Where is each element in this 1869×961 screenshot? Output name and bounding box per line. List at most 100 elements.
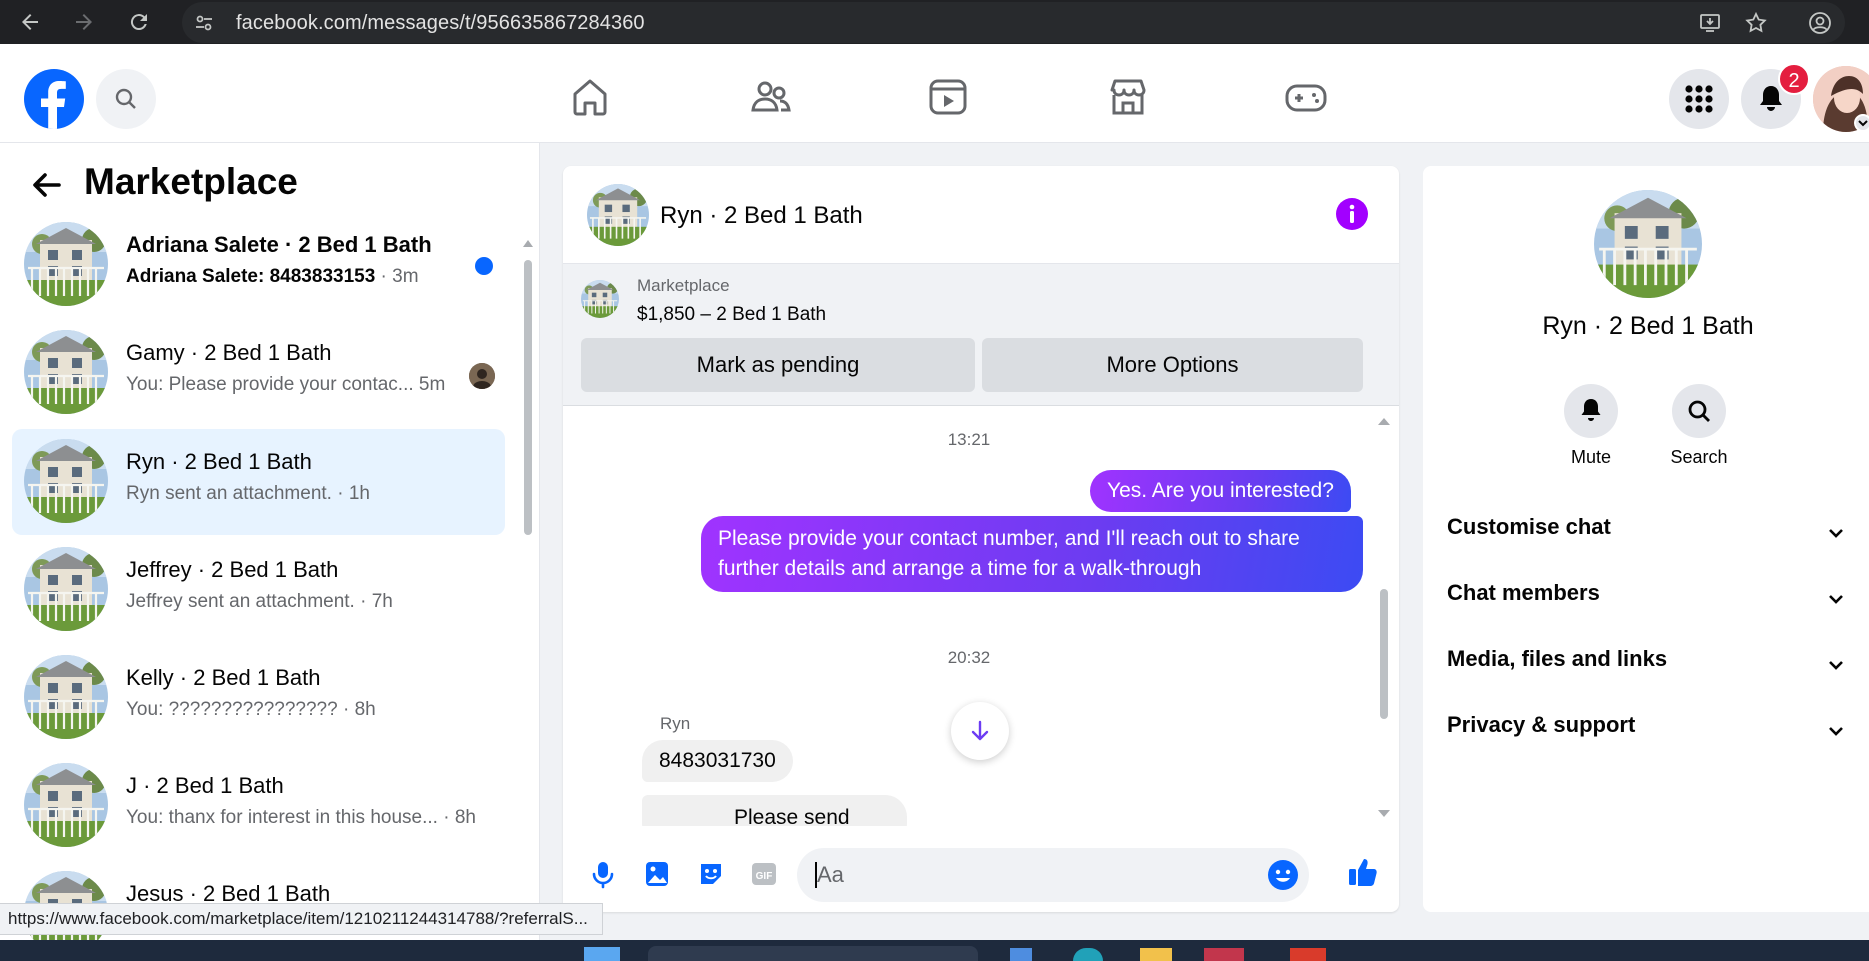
privacy-support-section[interactable]: Privacy & support: [1447, 712, 1847, 752]
incoming-message[interactable]: 8483031730: [642, 740, 793, 782]
outgoing-message[interactable]: Please provide your contact number, and …: [701, 516, 1363, 592]
info-icon[interactable]: [1335, 197, 1369, 231]
taskbar-app-icon[interactable]: [1010, 948, 1032, 961]
section-label: Privacy & support: [1447, 712, 1636, 737]
outgoing-message[interactable]: Yes. Are you interested?: [1090, 470, 1351, 512]
back-arrow-icon[interactable]: [28, 167, 64, 203]
gif-icon[interactable]: GIF: [746, 856, 782, 892]
listing-thumbnail[interactable]: [581, 280, 619, 318]
incoming-message[interactable]: Please send: [642, 795, 907, 826]
install-app-icon[interactable]: [1698, 11, 1722, 35]
friends-icon[interactable]: [745, 72, 795, 122]
conversation-name: Ryn · 2 Bed 1 Bath: [126, 449, 312, 474]
conversation-name: Gamy · 2 Bed 1 Bath: [126, 340, 332, 365]
chevron-down-icon: [1829, 727, 1843, 736]
chat-info-avatar[interactable]: [1594, 190, 1702, 298]
home-icon[interactable]: [565, 72, 615, 122]
message-composer: GIF Aa: [563, 836, 1399, 912]
notification-count-badge: 2: [1778, 63, 1810, 95]
facebook-logo-icon[interactable]: [24, 69, 84, 129]
chat-title[interactable]: Ryn · 2 Bed 1 Bath: [660, 202, 863, 230]
conversation-preview: You: Please provide your contac... 5m: [126, 374, 446, 395]
customise-chat-section[interactable]: Customise chat: [1447, 514, 1847, 554]
conversation-name: Jeffrey · 2 Bed 1 Bath: [126, 557, 339, 582]
message-timestamp: 20:32: [947, 648, 991, 667]
listing-thumbnail: [24, 330, 108, 414]
media-files-links-section[interactable]: Media, files and links: [1447, 646, 1847, 686]
thumbs-up-icon[interactable]: [1345, 854, 1381, 890]
chevron-down-icon: [1829, 595, 1843, 604]
scrollbar-thumb[interactable]: [524, 260, 532, 535]
start-icon[interactable]: [584, 947, 620, 961]
message-timestamp: 13:21: [947, 430, 991, 449]
conversation-item[interactable]: Gamy · 2 Bed 1 Bath You: Please provide …: [12, 320, 505, 426]
listing-thumbnail: [24, 763, 108, 847]
chat-members-section[interactable]: Chat members: [1447, 580, 1847, 620]
mark-as-pending-button[interactable]: Mark as pending: [581, 338, 975, 392]
forward-icon[interactable]: [72, 10, 96, 34]
unread-indicator: [475, 257, 493, 275]
browser-taskbar-icon[interactable]: [1290, 948, 1326, 961]
taskbar-search[interactable]: [648, 946, 978, 961]
search-in-conversation-button[interactable]: Search: [1649, 384, 1749, 468]
taskbar-app-icon[interactable]: [1073, 948, 1103, 961]
grid-menu-icon: [1685, 85, 1713, 113]
photo-icon[interactable]: [639, 856, 675, 892]
chat-info-panel: Ryn · 2 Bed 1 Bath Mute Search Customise…: [1423, 166, 1869, 912]
scroll-to-bottom-button[interactable]: [951, 702, 1009, 760]
taskbar-app-icon[interactable]: [1204, 948, 1244, 961]
section-label: Media, files and links: [1447, 646, 1668, 671]
search-label: Search: [1670, 447, 1728, 467]
input-placeholder: Aa: [817, 862, 844, 887]
svg-text:GIF: GIF: [756, 871, 773, 882]
emoji-icon[interactable]: [1267, 859, 1299, 891]
bell-icon: [1581, 399, 1601, 421]
sticker-icon[interactable]: [693, 856, 729, 892]
search-button[interactable]: [96, 69, 156, 129]
conversation-item[interactable]: J · 2 Bed 1 Bath You: thanx for interest…: [12, 753, 505, 859]
conversation-item[interactable]: Adriana Salete · 2 Bed 1 Bath Adriana Sa…: [12, 212, 505, 318]
conversation-preview: You: thanx for interest in this house...…: [126, 807, 476, 828]
chat-panel: Ryn · 2 Bed 1 Bath Marketplace $1,850 – …: [563, 166, 1399, 912]
conversation-preview: Adriana Salete: 8483833153 · 3m: [126, 266, 419, 287]
profile-icon[interactable]: [1808, 11, 1832, 35]
search-icon: [1688, 400, 1710, 422]
menu-button[interactable]: [1669, 69, 1729, 129]
address-bar[interactable]: facebook.com/messages/t/956635867284360: [182, 2, 1845, 43]
scroll-up-arrow-icon[interactable]: [522, 238, 534, 248]
scroll-down-arrow-icon[interactable]: [1377, 809, 1391, 819]
seen-by-avatar: [469, 363, 495, 389]
mute-button[interactable]: Mute: [1541, 384, 1641, 468]
arrow-down-icon: [971, 720, 989, 741]
reload-icon[interactable]: [127, 10, 151, 34]
message-input[interactable]: Aa: [797, 848, 1309, 902]
listing-price[interactable]: $1,850 – 2 Bed 1 Bath: [637, 304, 826, 326]
listing-thumbnail: [24, 222, 108, 306]
thread-scrollbar[interactable]: [1377, 416, 1391, 821]
section-label: Customise chat: [1447, 514, 1611, 539]
conversation-list-scrollbar[interactable]: [522, 238, 534, 961]
scroll-up-arrow-icon[interactable]: [1377, 416, 1391, 426]
site-info-icon[interactable]: [194, 13, 214, 33]
more-options-button[interactable]: More Options: [982, 338, 1363, 392]
os-taskbar: [0, 940, 1869, 961]
conversation-item[interactable]: Jeffrey · 2 Bed 1 Bath Jeffrey sent an a…: [12, 537, 505, 643]
conversation-item[interactable]: Kelly · 2 Bed 1 Bath You: ??????????????…: [12, 645, 505, 751]
conversation-item[interactable]: Ryn · 2 Bed 1 Bath Ryn sent an attachmen…: [12, 429, 505, 535]
gaming-icon[interactable]: [1281, 72, 1331, 122]
listing-label: Marketplace: [637, 276, 730, 295]
back-icon[interactable]: [18, 10, 42, 34]
chevron-down-icon: [1829, 661, 1843, 670]
url-text[interactable]: facebook.com/messages/t/956635867284360: [236, 12, 645, 35]
account-chevron-icon[interactable]: [1854, 114, 1869, 132]
chat-avatar[interactable]: [587, 184, 649, 246]
bookmark-star-icon[interactable]: [1744, 11, 1768, 35]
panel-title: Marketplace: [84, 161, 298, 202]
conversation-name: Adriana Salete · 2 Bed 1 Bath: [126, 232, 432, 257]
marketplace-icon[interactable]: [1103, 72, 1153, 122]
video-icon[interactable]: [923, 72, 973, 122]
microphone-icon[interactable]: [585, 856, 621, 892]
folder-icon[interactable]: [1140, 948, 1172, 961]
scrollbar-thumb[interactable]: [1380, 589, 1388, 719]
message-thread: 13:21 Yes. Are you interested? Please pr…: [563, 406, 1399, 826]
